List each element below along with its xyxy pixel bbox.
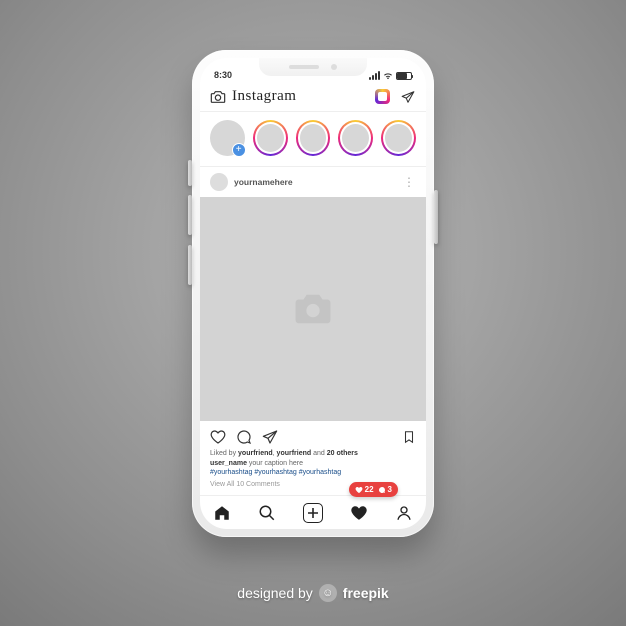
speech-icon bbox=[378, 486, 386, 494]
attribution: designed by ☺ freepik bbox=[0, 584, 626, 602]
speaker bbox=[289, 65, 319, 69]
app-logo: Instagram bbox=[232, 88, 296, 105]
like-icon[interactable] bbox=[210, 429, 226, 445]
stories-row bbox=[200, 112, 426, 167]
front-camera bbox=[331, 64, 337, 70]
wifi-icon bbox=[383, 72, 393, 80]
add-post-tab-icon[interactable] bbox=[303, 503, 323, 523]
phone-frame: 8:30 Instagram bbox=[192, 50, 434, 537]
your-story[interactable] bbox=[210, 120, 245, 156]
story-item[interactable] bbox=[253, 120, 288, 156]
igtv-icon[interactable] bbox=[375, 89, 390, 104]
tab-bar: 22 3 bbox=[200, 495, 426, 529]
direct-messages-icon[interactable] bbox=[400, 90, 416, 104]
share-icon[interactable] bbox=[262, 429, 278, 445]
comments-notification: 3 bbox=[378, 485, 392, 494]
likes-line[interactable]: Liked by yourfriend, yourfriend and 20 o… bbox=[210, 449, 416, 458]
comment-icon[interactable] bbox=[236, 429, 252, 445]
post-image[interactable] bbox=[200, 197, 426, 421]
post-username[interactable]: yournamehere bbox=[234, 177, 293, 187]
notch bbox=[259, 58, 367, 76]
post-header: yournamehere ⋮ bbox=[200, 167, 426, 197]
screen: 8:30 Instagram bbox=[200, 58, 426, 529]
heart-icon bbox=[355, 486, 363, 494]
mute-switch bbox=[188, 160, 192, 186]
volume-up-button bbox=[188, 195, 192, 235]
caption-line: user_name your caption here bbox=[210, 459, 416, 468]
freepik-logo-icon: ☺ bbox=[319, 584, 337, 602]
activity-tab-icon[interactable] bbox=[350, 504, 368, 522]
story-item[interactable] bbox=[338, 120, 373, 156]
story-item[interactable] bbox=[296, 120, 331, 156]
app-header: Instagram bbox=[200, 82, 426, 112]
volume-down-button bbox=[188, 245, 192, 285]
cellular-signal-icon bbox=[369, 71, 380, 80]
camera-icon[interactable] bbox=[210, 90, 226, 104]
post-actions bbox=[200, 421, 426, 449]
camera-placeholder-icon bbox=[294, 293, 332, 325]
story-item[interactable] bbox=[381, 120, 416, 156]
hashtags[interactable]: #yourhashtag #yourhashtag #yourhashtag bbox=[210, 468, 416, 477]
notification-bubble[interactable]: 22 3 bbox=[349, 482, 398, 497]
search-tab-icon[interactable] bbox=[258, 504, 276, 522]
clock: 8:30 bbox=[214, 70, 232, 80]
post-more-icon[interactable]: ⋮ bbox=[403, 175, 416, 189]
power-button bbox=[434, 190, 438, 244]
post-avatar[interactable] bbox=[210, 173, 228, 191]
profile-tab-icon[interactable] bbox=[395, 504, 413, 522]
likes-notification: 22 bbox=[355, 485, 374, 494]
battery-icon bbox=[396, 72, 412, 80]
home-tab-icon[interactable] bbox=[213, 504, 231, 522]
bookmark-icon[interactable] bbox=[402, 429, 416, 445]
